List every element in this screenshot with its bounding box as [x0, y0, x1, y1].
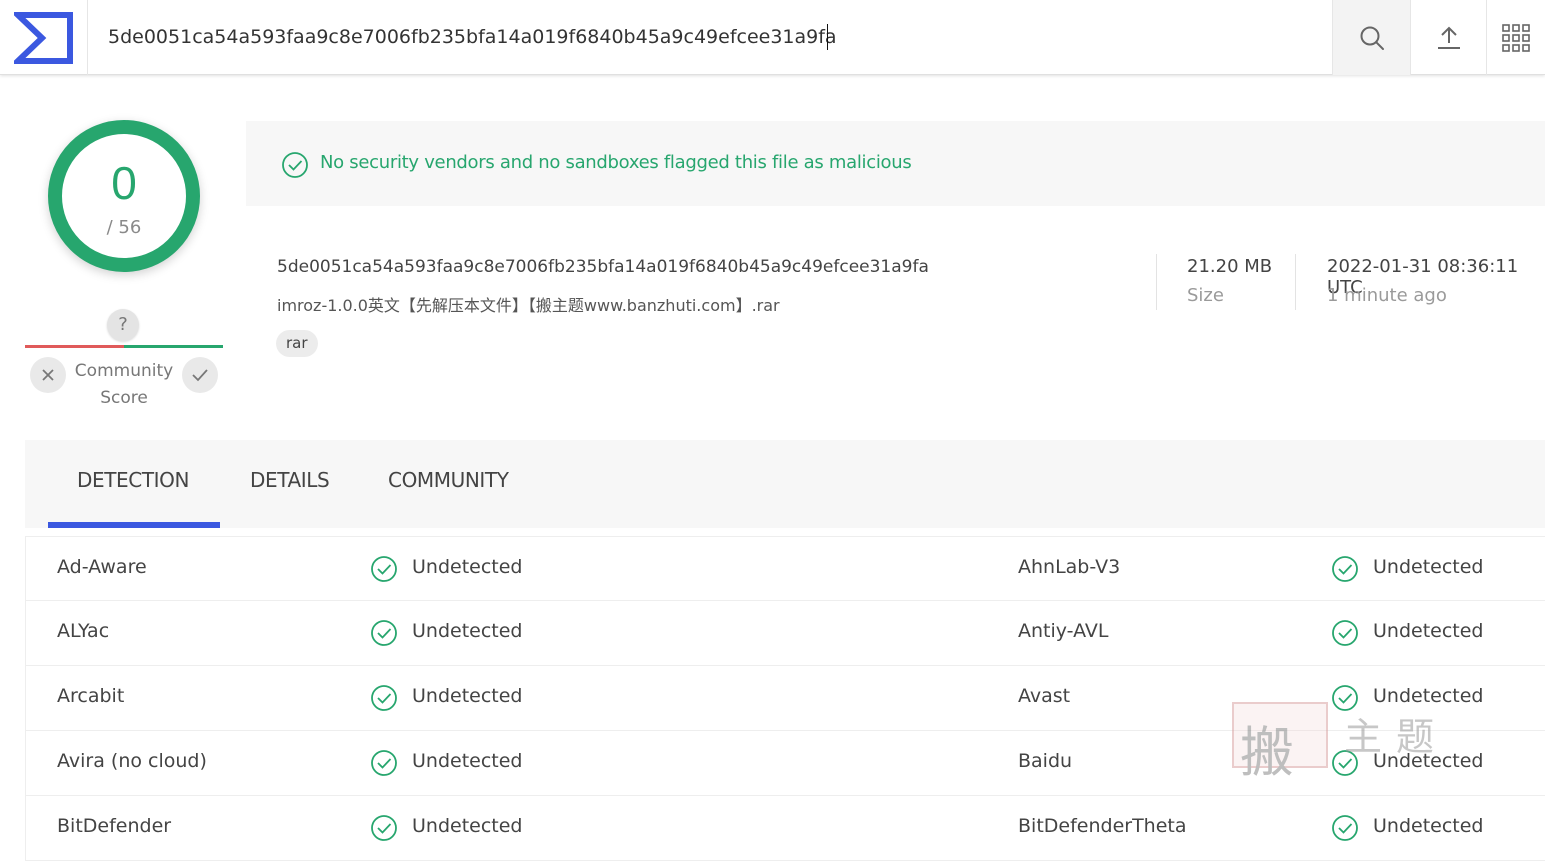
top-bar [0, 0, 1545, 75]
table-row: Arcabit Undetected Avast Undetected [25, 666, 1545, 731]
tab-community[interactable]: COMMUNITY [388, 468, 509, 492]
vendor-name: Ad-Aware [57, 556, 147, 578]
community-score-negative-bar [25, 345, 124, 348]
vendor-status: Undetected [1373, 685, 1484, 707]
check-circle-icon [371, 556, 397, 582]
check-circle-icon [1332, 750, 1358, 776]
detection-total: / 56 [106, 217, 142, 238]
vendor-status: Undetected [412, 685, 523, 707]
community-score-label-line2: Score [100, 388, 148, 408]
file-size-label: Size [1187, 285, 1224, 306]
vendor-name: ALYac [57, 620, 110, 642]
check-circle-icon [1332, 685, 1358, 711]
vendor-status: Undetected [412, 620, 523, 642]
detection-results-table: Ad-Aware Undetected AhnLab-V3 Undetected… [25, 536, 1545, 861]
active-tab-indicator [48, 522, 220, 528]
vendor-status: Undetected [1373, 750, 1484, 772]
table-row: Ad-Aware Undetected AhnLab-V3 Undetected [25, 536, 1545, 601]
virustotal-logo-icon[interactable] [0, 0, 88, 75]
tab-detection[interactable]: DETECTION [77, 468, 189, 492]
search-button[interactable] [1332, 0, 1410, 75]
vote-harmless-button[interactable] [182, 357, 218, 393]
vendor-name: Baidu [1018, 750, 1073, 772]
divider [1295, 254, 1296, 310]
check-circle-icon [371, 815, 397, 841]
divider [1156, 254, 1157, 310]
verdict-banner: No security vendors and no sandboxes fla… [246, 121, 1545, 206]
file-type-tag[interactable]: rar [276, 330, 318, 357]
file-size-value: 21.20 MB [1187, 256, 1273, 277]
vendor-name: Arcabit [57, 685, 125, 707]
verdict-text: No security vendors and no sandboxes fla… [320, 152, 912, 173]
community-score-positive-bar [124, 345, 223, 348]
community-score-label-line1: Community [74, 361, 174, 381]
vendor-status: Undetected [1373, 815, 1484, 837]
check-circle-icon [1332, 620, 1358, 646]
check-circle-icon [1332, 556, 1358, 582]
vendor-name: BitDefenderTheta [1018, 815, 1187, 837]
check-circle-icon [371, 620, 397, 646]
vendor-status: Undetected [1373, 556, 1484, 578]
vendor-name: Avast [1018, 685, 1071, 707]
vendor-name: BitDefender [57, 815, 172, 837]
table-row: Avira (no cloud) Undetected Baidu Undete… [25, 731, 1545, 796]
tab-details[interactable]: DETAILS [250, 468, 330, 492]
detection-count: 0 [111, 157, 137, 209]
report-tabs: DETECTION DETAILS COMMUNITY [25, 440, 1545, 528]
vendor-status: Undetected [412, 750, 523, 772]
apps-menu-button[interactable] [1486, 0, 1545, 75]
apps-grid-icon [1502, 23, 1530, 52]
check-circle-icon [371, 685, 397, 711]
close-icon [42, 369, 54, 381]
search-icon [1360, 26, 1384, 50]
upload-button[interactable] [1410, 0, 1486, 75]
vendor-status: Undetected [412, 556, 523, 578]
detection-score-ring: 0 / 56 [48, 120, 200, 272]
vendor-status: Undetected [412, 815, 523, 837]
file-hash: 5de0051ca54a593faa9c8e7006fb235bfa14a019… [277, 257, 929, 277]
table-row: BitDefender Undetected BitDefenderTheta … [25, 796, 1545, 861]
search-input[interactable] [108, 20, 1308, 54]
vendor-name: Antiy-AVL [1018, 620, 1109, 642]
check-circle-icon [1332, 815, 1358, 841]
community-score-help-icon[interactable]: ? [107, 309, 139, 341]
vendor-status: Undetected [1373, 620, 1484, 642]
analysis-date-relative: 1 minute ago [1327, 285, 1447, 306]
vote-malicious-button[interactable] [30, 357, 66, 393]
upload-icon [1437, 26, 1460, 49]
checkmark-icon [192, 369, 208, 382]
file-name: imroz-1.0.0英文【先解压本文件】【搬主题www.banzhuti.co… [277, 296, 780, 315]
text-caret [827, 24, 828, 50]
check-circle-icon [282, 152, 308, 178]
vendor-name: Avira (no cloud) [57, 750, 207, 772]
vendor-name: AhnLab-V3 [1018, 556, 1121, 578]
table-row: ALYac Undetected Antiy-AVL Undetected [25, 601, 1545, 666]
check-circle-icon [371, 750, 397, 776]
community-score-label: Community Score [70, 358, 178, 412]
